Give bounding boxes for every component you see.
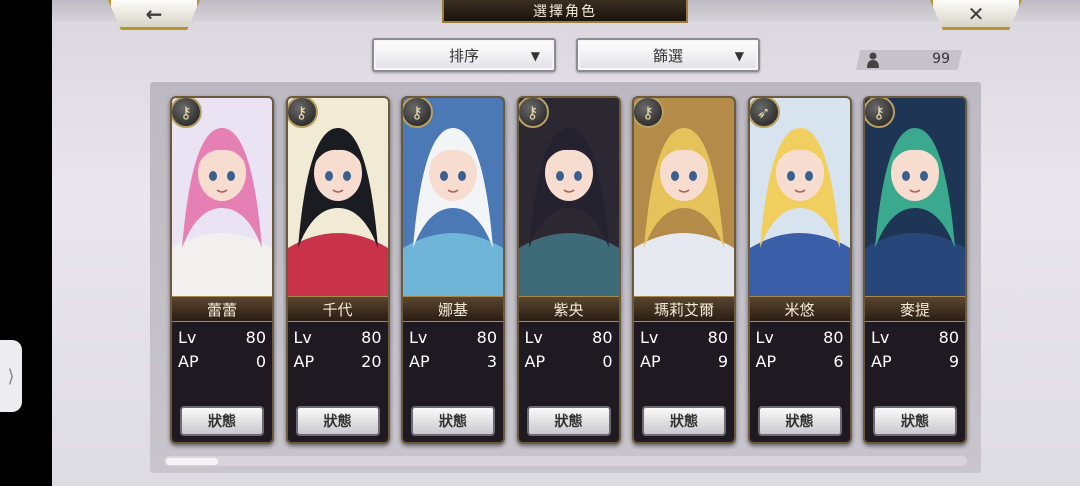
chevron-right-icon: ⟩ — [7, 365, 15, 387]
level-label: Lv — [293, 328, 312, 347]
ap-row: AP 3 — [409, 352, 497, 374]
close-icon: ✕ — [967, 1, 985, 26]
level-value: 80 — [245, 328, 266, 347]
person-icon — [867, 52, 879, 68]
character-name: 米悠 — [749, 296, 850, 322]
bow-weapon-icon: ➶ — [749, 98, 780, 128]
ap-value: 0 — [255, 352, 266, 371]
ap-value: 0 — [602, 352, 613, 371]
scrollbar-thumb[interactable] — [166, 458, 218, 465]
key-weapon-icon: ⚷ — [403, 98, 433, 128]
level-row: Lv 80 — [640, 328, 728, 350]
sort-label: 排序 — [448, 46, 479, 65]
page-title: 選擇角色 — [442, 0, 688, 23]
level-row: Lv 80 — [409, 328, 497, 350]
ap-value: 9 — [948, 352, 959, 371]
ap-row: AP 9 — [871, 352, 959, 374]
ap-label: AP — [409, 352, 430, 371]
filter-dropdown[interactable]: 篩選 ▼ — [576, 38, 760, 72]
left-letterbox — [0, 0, 52, 486]
level-label: Lv — [524, 328, 543, 347]
ap-value: 6 — [833, 352, 844, 371]
owned-count: 99 — [932, 51, 950, 67]
character-portrait[interactable] — [403, 98, 503, 298]
level-value: 80 — [938, 328, 959, 347]
character-card[interactable]: ⚷ 蕾蕾 Lv 80 AP 0 狀態 — [170, 96, 274, 444]
character-portrait[interactable] — [749, 98, 850, 298]
status-button[interactable]: 狀態 — [642, 406, 726, 436]
ap-label: AP — [178, 352, 199, 371]
level-row: Lv 80 — [756, 328, 844, 350]
key-weapon-icon: ⚷ — [172, 98, 202, 128]
character-name: 麥提 — [865, 296, 965, 322]
level-label: Lv — [755, 328, 774, 347]
ap-row: AP 0 — [525, 352, 613, 374]
status-button[interactable]: 狀態 — [757, 406, 842, 436]
character-name: 娜基 — [403, 296, 503, 322]
edge-panel-handle[interactable]: ⟩ — [0, 340, 22, 412]
sort-dropdown[interactable]: 排序 ▼ — [372, 38, 556, 72]
back-button[interactable]: ← — [108, 0, 200, 30]
level-value: 80 — [592, 328, 613, 347]
level-value: 80 — [361, 328, 382, 347]
character-portrait[interactable] — [287, 98, 388, 298]
character-name: 蕾蕾 — [172, 296, 272, 322]
key-weapon-icon: ⚷ — [634, 98, 664, 128]
character-card[interactable]: ⚷ 麥提 Lv 80 AP 9 狀態 — [863, 96, 967, 444]
character-portrait[interactable] — [865, 98, 965, 298]
key-weapon-icon: ⚷ — [518, 98, 549, 128]
close-button[interactable]: ✕ — [930, 0, 1022, 30]
ap-label: AP — [755, 352, 777, 371]
level-row: Lv 80 — [525, 328, 613, 350]
ap-row: AP 6 — [756, 352, 844, 374]
level-label: Lv — [409, 328, 428, 347]
ap-label: AP — [640, 352, 661, 371]
key-weapon-icon: ⚷ — [287, 98, 318, 128]
level-label: Lv — [871, 328, 890, 347]
ap-value: 3 — [486, 352, 497, 371]
level-label: Lv — [178, 328, 197, 347]
character-card[interactable]: ⚷ 千代 Lv 80 AP 20 狀態 — [285, 96, 390, 444]
character-card[interactable]: ⚷ 瑪莉艾爾 Lv 80 AP 9 狀態 — [632, 96, 736, 444]
chevron-down-icon: ▼ — [734, 49, 744, 63]
owned-count-badge: 99 — [856, 50, 962, 70]
status-button[interactable]: 狀態 — [295, 406, 380, 436]
level-row: Lv 80 — [871, 328, 959, 350]
chevron-down-icon: ▼ — [530, 49, 540, 63]
level-value: 80 — [476, 328, 497, 347]
character-portrait[interactable] — [172, 98, 272, 298]
character-card[interactable]: ➶ 米悠 Lv 80 AP 6 狀態 — [747, 96, 852, 444]
character-card[interactable]: ⚷ 紫央 Lv 80 AP 0 狀態 — [516, 96, 621, 444]
level-row: Lv 80 — [178, 328, 266, 350]
ap-label: AP — [871, 352, 892, 371]
character-name: 千代 — [287, 296, 388, 322]
status-button[interactable]: 狀態 — [526, 406, 611, 436]
status-button[interactable]: 狀態 — [411, 406, 495, 436]
ap-value: 9 — [717, 352, 728, 371]
status-button[interactable]: 狀態 — [180, 406, 264, 436]
ap-label: AP — [524, 352, 546, 371]
ap-value: 20 — [361, 352, 382, 371]
character-name: 瑪莉艾爾 — [634, 296, 734, 322]
ap-label: AP — [293, 352, 315, 371]
character-portrait[interactable] — [634, 98, 734, 298]
filter-label: 篩選 — [652, 46, 683, 65]
character-name: 紫央 — [518, 296, 619, 322]
level-row: Lv 80 — [294, 328, 382, 350]
horizontal-scrollbar[interactable] — [164, 456, 967, 466]
character-card[interactable]: ⚷ 娜基 Lv 80 AP 3 狀態 — [401, 96, 505, 444]
status-button[interactable]: 狀態 — [873, 406, 957, 436]
ap-row: AP 9 — [640, 352, 728, 374]
ap-row: AP 0 — [178, 352, 266, 374]
ap-row: AP 20 — [294, 352, 382, 374]
level-label: Lv — [640, 328, 659, 347]
back-arrow-icon: ← — [145, 1, 163, 26]
character-portrait[interactable] — [518, 98, 619, 298]
level-value: 80 — [707, 328, 728, 347]
key-weapon-icon: ⚷ — [865, 98, 895, 128]
character-select-screen: ⟩ ← 選擇角色 ✕ 排序 ▼ 篩選 ▼ 99 ⚷ 蕾蕾 Lv 80 AP 0 狀態 ⚷ 千代 L… — [0, 0, 1080, 486]
level-value: 80 — [823, 328, 844, 347]
